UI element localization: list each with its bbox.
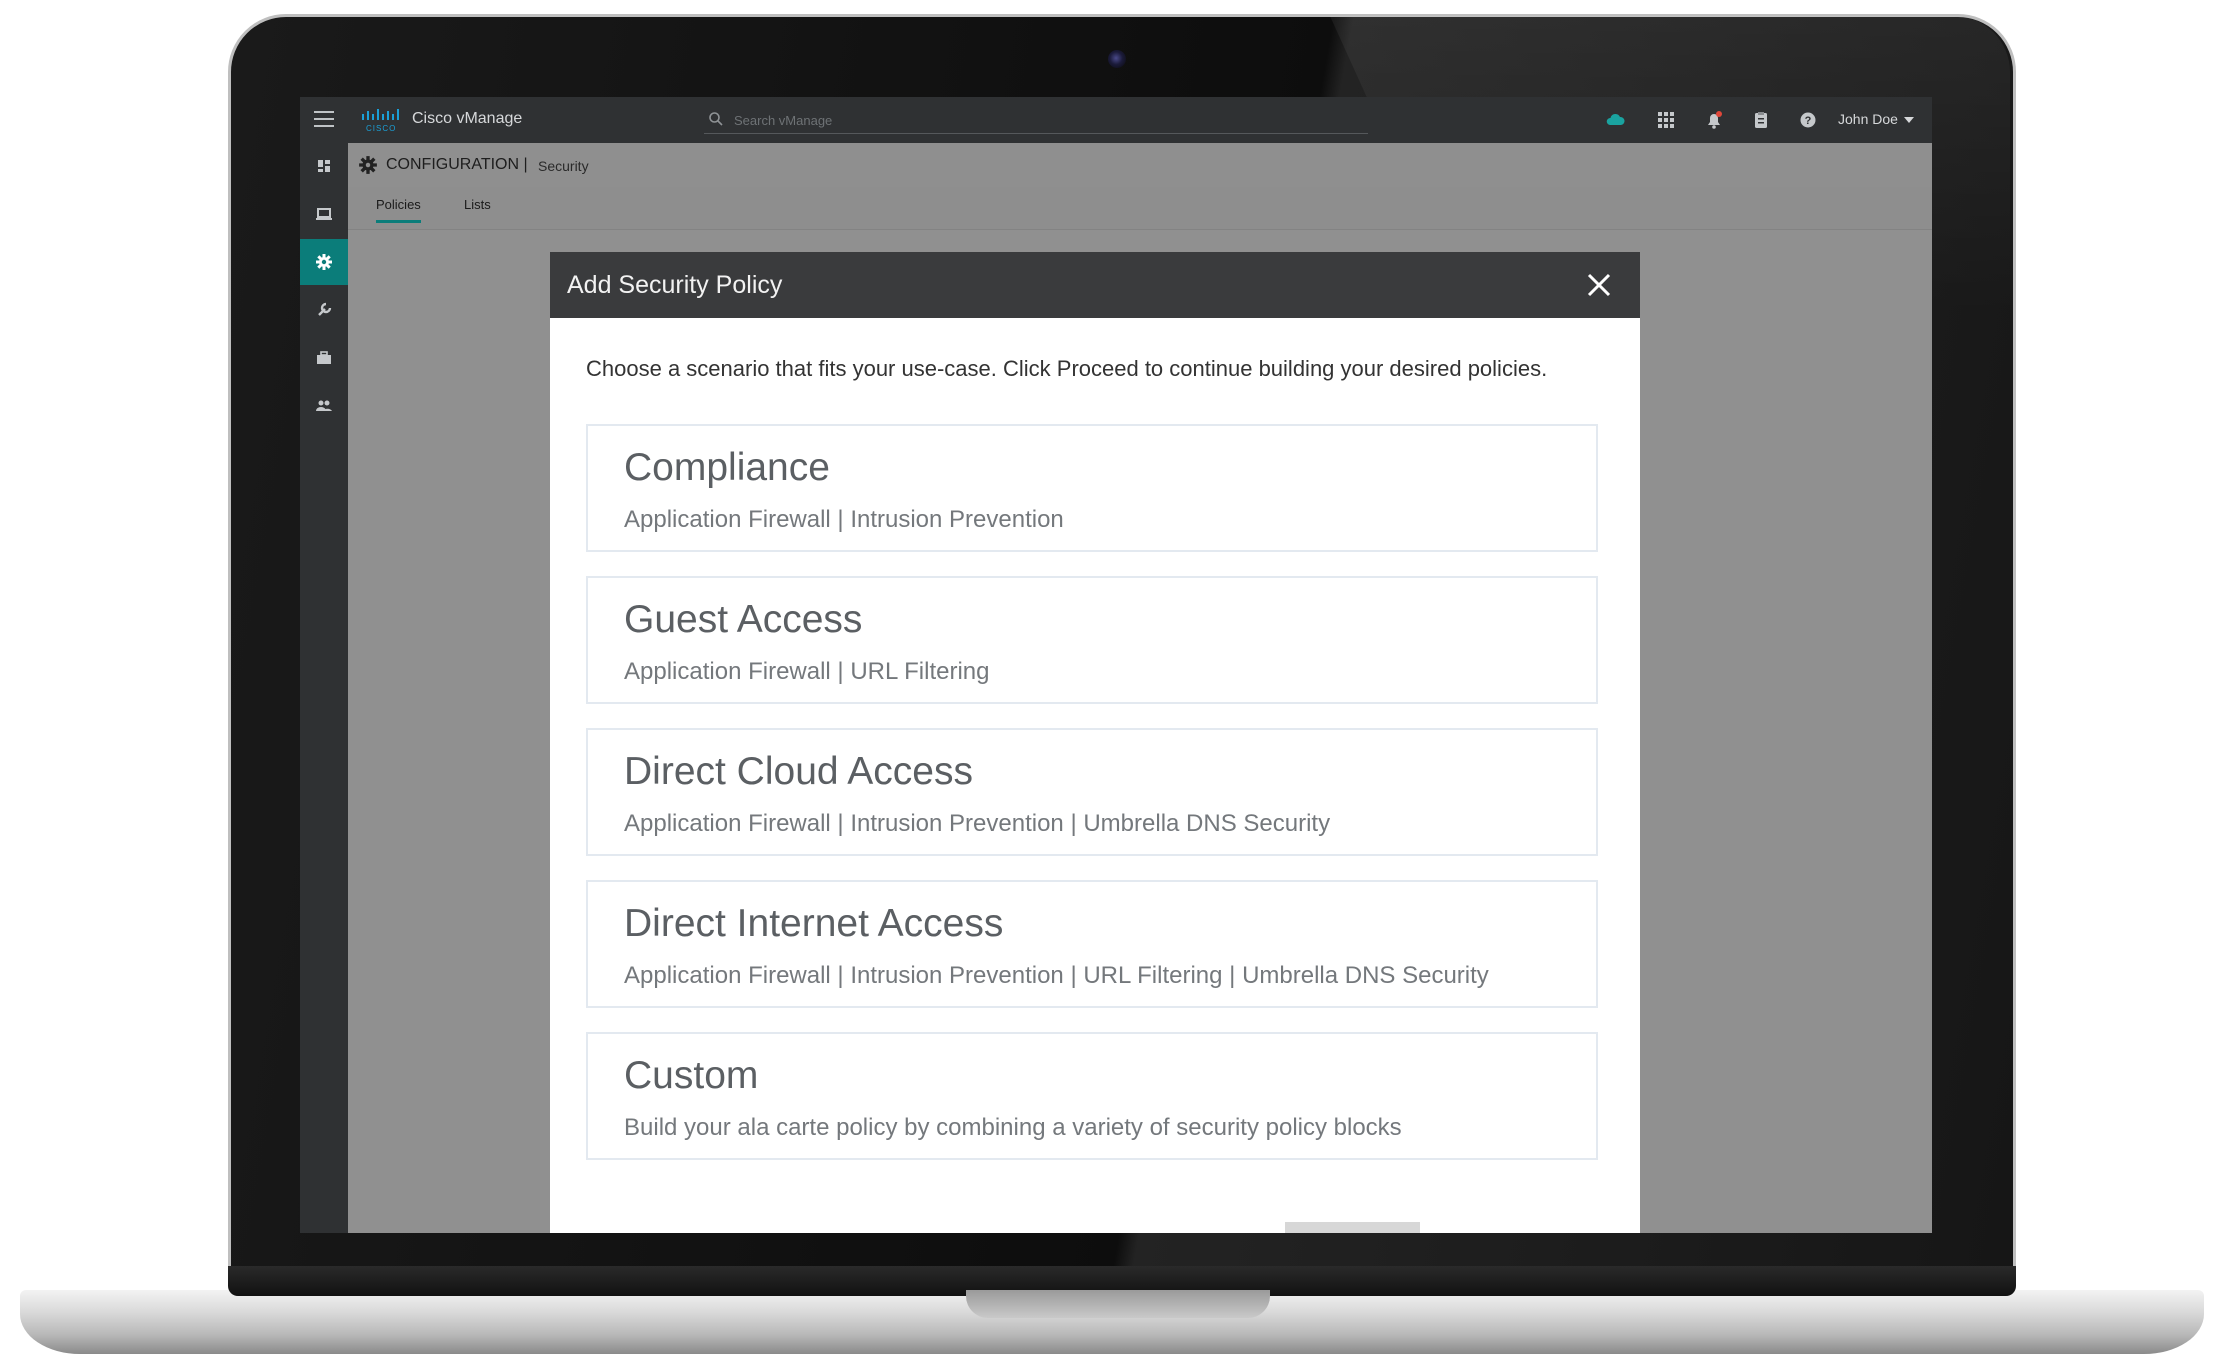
- chevron-down-icon: [1903, 117, 1914, 124]
- breadcrumb-page: Security: [538, 158, 589, 174]
- close-icon[interactable]: [1582, 268, 1616, 302]
- svg-text:?: ?: [1805, 115, 1812, 127]
- sidebar-item-maintenance[interactable]: [300, 335, 348, 381]
- scenario-title: Guest Access: [624, 598, 863, 641]
- breadcrumb: CONFIGURATION | Security: [348, 143, 1932, 187]
- gear-icon: [316, 254, 332, 270]
- sidebar-item-configuration[interactable]: [300, 239, 348, 285]
- search-input[interactable]: [732, 109, 1336, 131]
- bell-icon[interactable]: [1703, 109, 1725, 131]
- user-name: John Doe: [1838, 111, 1898, 127]
- user-menu[interactable]: John Doe: [1838, 111, 1914, 127]
- scenario-description: Application Firewall | Intrusion Prevent…: [624, 506, 1064, 533]
- sidebar-item-dashboard[interactable]: [300, 143, 348, 189]
- cloud-icon[interactable]: [1604, 109, 1626, 131]
- laptop-notch: [966, 1290, 1270, 1318]
- proceed-button[interactable]: [1285, 1222, 1420, 1233]
- tasks-icon[interactable]: [1750, 109, 1772, 131]
- apps-grid-icon[interactable]: [1655, 109, 1677, 131]
- scenario-card-direct-cloud-access[interactable]: Direct Cloud Access Application Firewall…: [586, 728, 1598, 856]
- gear-icon: [359, 156, 377, 174]
- help-icon[interactable]: ?: [1797, 109, 1819, 131]
- scenario-title: Custom: [624, 1054, 759, 1097]
- menu-icon[interactable]: [314, 111, 334, 127]
- cisco-logo-icon: CISCO: [362, 109, 399, 133]
- sidebar-item-monitor[interactable]: [300, 191, 348, 237]
- svg-text:CISCO: CISCO: [366, 124, 396, 133]
- scenario-card-compliance[interactable]: Compliance Application Firewall | Intrus…: [586, 424, 1598, 552]
- scenario-title: Direct Internet Access: [624, 902, 1004, 945]
- search-bar[interactable]: [704, 107, 1368, 134]
- dashboard-icon: [318, 160, 330, 172]
- scenario-card-custom[interactable]: Custom Build your ala carte policy by co…: [586, 1032, 1598, 1160]
- scenario-description: Application Firewall | URL Filtering: [624, 658, 990, 685]
- wrench-icon: [318, 302, 332, 316]
- scenario-description: Build your ala carte policy by combining…: [624, 1114, 1402, 1141]
- add-security-policy-dialog: Add Security Policy Choose a scenario th…: [550, 252, 1640, 1233]
- dialog-title: Add Security Policy: [567, 271, 783, 299]
- screen: CISCO Cisco vManage Search vManage ? Joh…: [300, 97, 1932, 1233]
- scenario-description: Application Firewall | Intrusion Prevent…: [624, 810, 1331, 837]
- scenario-card-direct-internet-access[interactable]: Direct Internet Access Application Firew…: [586, 880, 1598, 1008]
- scenario-title: Compliance: [624, 446, 830, 489]
- dialog-instructions: Choose a scenario that fits your use-cas…: [586, 356, 1548, 381]
- webcam: [1108, 50, 1126, 68]
- tab-policies[interactable]: Policies: [376, 197, 421, 223]
- sidebar-item-tools[interactable]: [300, 287, 348, 333]
- scenario-card-guest-access[interactable]: Guest Access Application Firewall | URL …: [586, 576, 1598, 704]
- monitor-icon: [316, 208, 332, 220]
- scenario-title: Direct Cloud Access: [624, 750, 973, 793]
- toolbox-icon: [317, 351, 331, 364]
- top-bar: CISCO Cisco vManage Search vManage ? Joh…: [300, 97, 1932, 143]
- tab-bar: Policies Lists: [348, 187, 1932, 230]
- side-nav: [300, 143, 348, 1233]
- app-brand: Cisco vManage: [412, 110, 523, 127]
- tab-lists[interactable]: Lists: [464, 197, 491, 212]
- dialog-header: Add Security Policy: [550, 252, 1640, 318]
- users-icon: [316, 400, 332, 411]
- scenario-description: Application Firewall | Intrusion Prevent…: [624, 962, 1489, 989]
- search-icon: [709, 112, 723, 126]
- sidebar-item-administration[interactable]: [300, 383, 348, 429]
- breadcrumb-section: CONFIGURATION |: [386, 156, 528, 173]
